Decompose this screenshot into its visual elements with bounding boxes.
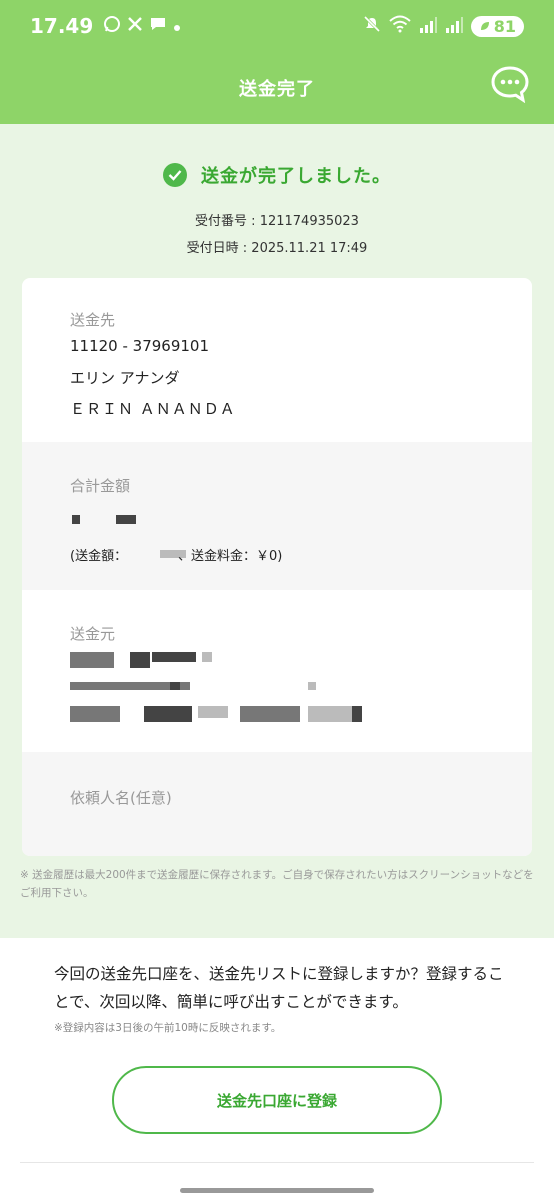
register-panel: 今回の送金先口座を、送金先リストに登録しますか？登録することで、次回以降、簡単に… [0, 938, 554, 1200]
success-banner: 送金が完了しました。 [0, 158, 554, 192]
requester-label: 依頼人名(任意) [70, 789, 172, 807]
recipient-section: 送金先 11120 - 37969101 エリン アナンダ ＥＲＩＮ ＡＮＡＮＤ… [22, 278, 532, 442]
transfer-detail-card: 送金先 11120 - 37969101 エリン アナンダ ＥＲＩＮ ＡＮＡＮＤ… [22, 278, 532, 856]
amount-breakdown-prefix: (送金額： [70, 549, 128, 564]
recipient-name-kana: エリン アナンダ [70, 369, 180, 387]
divider [20, 1162, 534, 1163]
mute-icon [363, 14, 381, 38]
sender-section: 送金元 [22, 590, 532, 752]
register-prompt: 今回の送金先口座を、送金先リストに登録しますか？登録することで、次回以降、簡単に… [54, 965, 504, 1011]
home-indicator[interactable] [180, 1188, 374, 1193]
chat-button[interactable] [490, 66, 530, 106]
status-time: 17.49 [30, 14, 94, 38]
receipt-number: 受付番号 : 121174935023 [195, 214, 359, 229]
amount-breakdown-suffix: 、送金料金：￥0) [178, 549, 283, 564]
recipient-account: 11120 - 37969101 [70, 337, 210, 355]
register-recipient-button[interactable]: 送金先口座に登録 [112, 1066, 442, 1134]
recipient-label: 送金先 [70, 311, 116, 329]
register-note: ※登録内容は3日後の午前10時に反映されます。 [54, 1022, 282, 1034]
receipt-datetime: 受付日時 : 2025.11.21 17:49 [186, 241, 368, 256]
amount-section: 合計金額 (送金額： 、送金料金：￥0) [22, 442, 532, 590]
status-bar: 17.49 81 [0, 0, 554, 52]
recipient-name-alpha: ＥＲＩＮ ＡＮＡＮＤＡ [70, 400, 236, 418]
message-icon [149, 16, 167, 37]
whatsapp-icon [103, 15, 121, 38]
success-message: 送金が完了しました。 [201, 166, 391, 187]
x-icon [127, 16, 143, 37]
signal-icon [419, 14, 437, 38]
history-note: ※ 送金履歴は最大200件まで送金履歴に保存されます。ご自身で保存されたい方はス… [20, 869, 534, 899]
dot-icon [173, 16, 181, 37]
page-title: 送金完了 [239, 79, 315, 100]
chat-bubble-icon [490, 65, 530, 107]
amount-label: 合計金額 [70, 477, 131, 495]
signal-icon [445, 14, 463, 38]
sender-label: 送金元 [70, 625, 116, 643]
app-header: 送金完了 [0, 52, 554, 124]
battery-indicator: 81 [470, 15, 524, 37]
battery-icon [479, 17, 491, 36]
wifi-icon [389, 14, 411, 38]
check-circle-icon [163, 163, 187, 187]
requester-section: 依頼人名(任意) [22, 752, 532, 856]
battery-level: 81 [493, 16, 516, 36]
